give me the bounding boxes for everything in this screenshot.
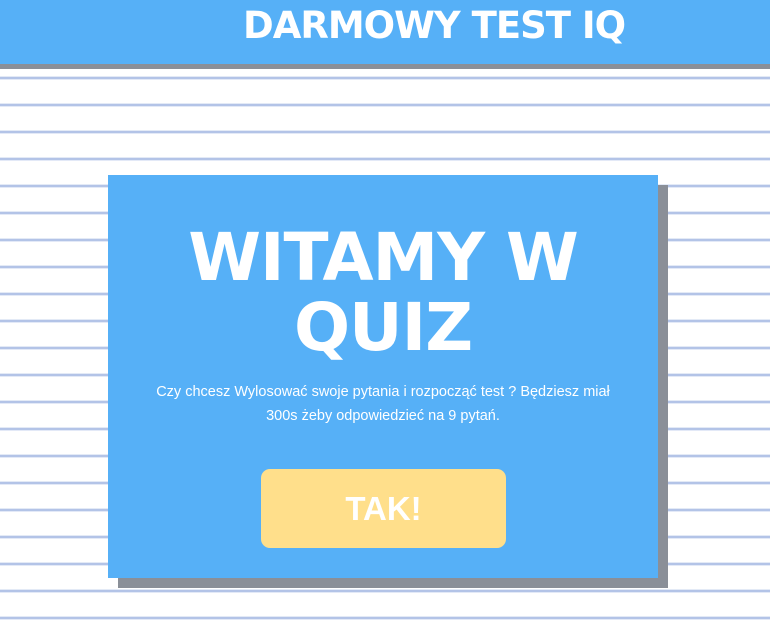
top-bar: DARMOWY TEST IQ (0, 0, 770, 64)
welcome-card: WITAMY W QUIZ Czy chcesz Wylosować swoje… (108, 175, 658, 578)
site-title: DARMOWY TEST IQ (243, 4, 626, 47)
start-quiz-button[interactable]: TAK! (261, 469, 506, 548)
welcome-title: WITAMY W QUIZ (188, 219, 579, 366)
welcome-description: Czy chcesz Wylosować swoje pytania i roz… (156, 384, 610, 424)
